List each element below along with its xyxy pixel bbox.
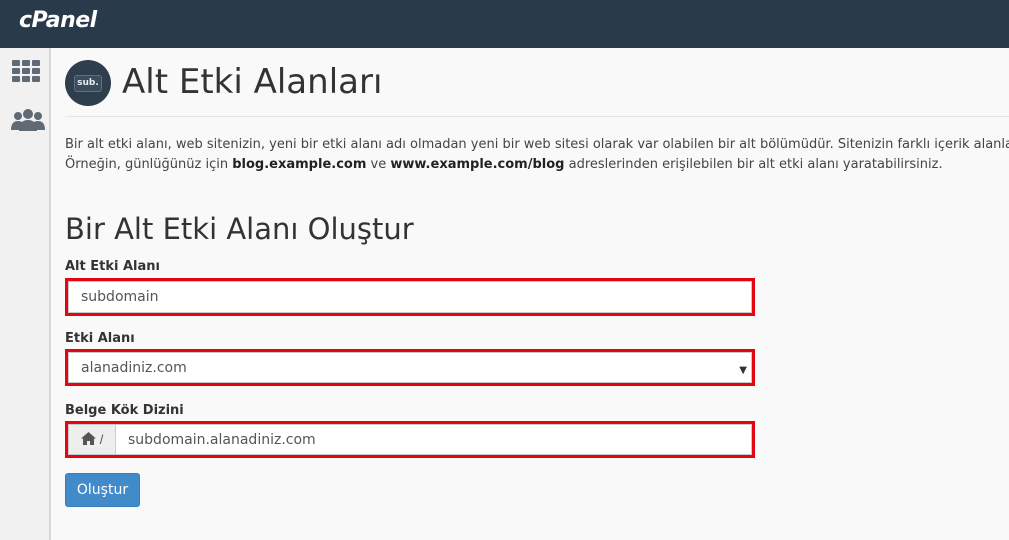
description-text: ve [366, 157, 391, 172]
docroot-highlight: / subdomain.alanadiniz.com [65, 421, 755, 458]
docroot-prefix-slash: / [99, 432, 104, 447]
domain-select[interactable]: alanadiniz.com ▼ [68, 352, 752, 383]
docroot-prefix: / [69, 425, 116, 454]
create-button[interactable]: Oluştur [65, 473, 140, 507]
domain-label: Etki Alanı [65, 331, 135, 346]
docroot-input-group: / subdomain.alanadiniz.com [68, 424, 752, 455]
page-title: Alt Etki Alanları [122, 62, 383, 102]
page-header: sub. Alt Etki Alanları [65, 60, 1009, 117]
docroot-label: Belge Kök Dizini [65, 403, 184, 418]
grid-icon[interactable] [10, 59, 42, 90]
users-icon[interactable] [10, 108, 46, 137]
description-text: Örneğin, günlüğünüz için [65, 157, 233, 172]
domain-selected-value: alanadiniz.com [81, 359, 187, 376]
subdomain-input[interactable]: subdomain [68, 281, 752, 313]
subdomain-highlight: subdomain [65, 278, 755, 316]
subdomain-label: Alt Etki Alanı [65, 259, 160, 274]
description-line-1: Bir alt etki alanı, web sitenizin, yeni … [65, 137, 1009, 152]
subdomain-icon: sub. [65, 60, 111, 106]
page-description: Bir alt etki alanı, web sitenizin, yeni … [65, 135, 1009, 175]
cpanel-logo[interactable]: cPanel [19, 8, 97, 33]
description-line-2: Örneğin, günlüğünüz için blog.example.co… [65, 155, 1009, 175]
main-content: sub. Alt Etki Alanları Bir alt etki alan… [51, 48, 1009, 540]
home-icon [80, 431, 96, 448]
subdomain-icon-label: sub. [74, 74, 102, 92]
chevron-down-icon: ▼ [739, 365, 747, 376]
sidebar [0, 48, 51, 540]
example-subdomain: blog.example.com [232, 157, 367, 172]
example-path: www.example.com/blog [390, 157, 565, 172]
docroot-input[interactable]: subdomain.alanadiniz.com [116, 425, 751, 454]
description-text: adreslerinden erişilebilen bir alt etki … [564, 157, 943, 172]
top-bar: cPanel [0, 0, 1009, 48]
domain-highlight: alanadiniz.com ▼ [65, 349, 755, 386]
form-title: Bir Alt Etki Alanı Oluştur [65, 212, 414, 246]
